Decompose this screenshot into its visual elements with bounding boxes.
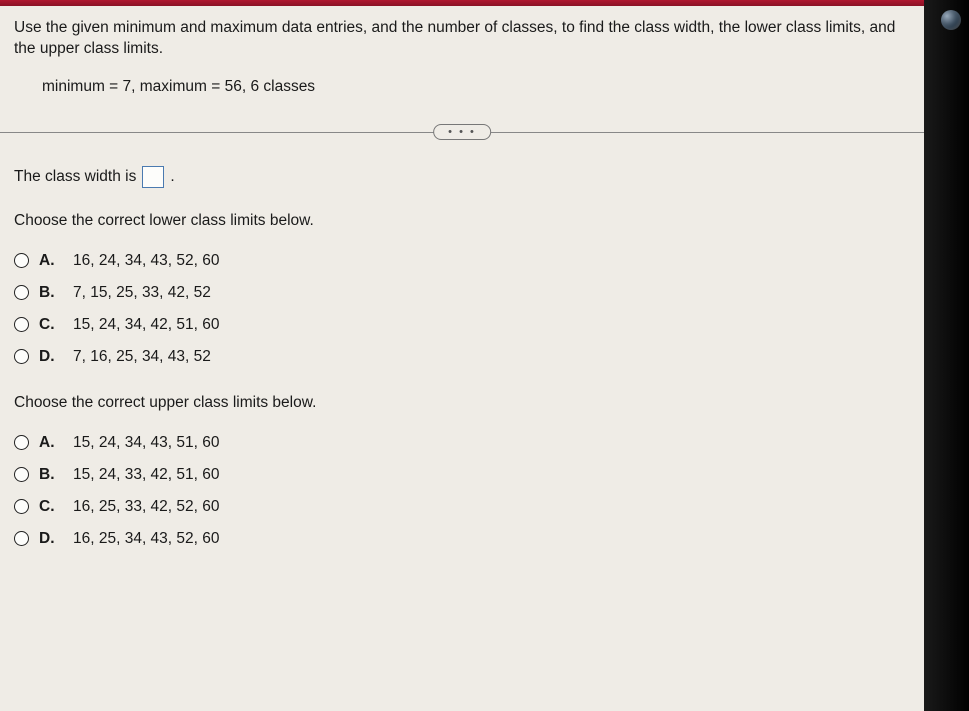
radio-icon[interactable] xyxy=(14,253,29,268)
instruction-text: Use the given minimum and maximum data e… xyxy=(14,18,910,60)
lower-option-b[interactable]: B. 7, 15, 25, 33, 42, 52 xyxy=(14,284,910,302)
option-letter: B. xyxy=(39,466,59,484)
expand-button[interactable]: • • • xyxy=(433,124,491,140)
divider-row: • • • xyxy=(14,122,910,142)
lower-limits-options: A. 16, 24, 34, 43, 52, 60 B. 7, 15, 25, … xyxy=(14,252,910,366)
option-text: 15, 24, 34, 43, 51, 60 xyxy=(73,434,220,452)
upper-option-a[interactable]: A. 15, 24, 34, 43, 51, 60 xyxy=(14,434,910,452)
option-text: 16, 25, 34, 43, 52, 60 xyxy=(73,530,220,548)
upper-option-b[interactable]: B. 15, 24, 33, 42, 51, 60 xyxy=(14,466,910,484)
class-width-pre: The class width is xyxy=(14,168,136,186)
class-width-line: The class width is . xyxy=(14,166,910,188)
option-letter: A. xyxy=(39,252,59,270)
lower-option-c[interactable]: C. 15, 24, 34, 42, 51, 60 xyxy=(14,316,910,334)
radio-icon[interactable] xyxy=(14,349,29,364)
lower-option-a[interactable]: A. 16, 24, 34, 43, 52, 60 xyxy=(14,252,910,270)
radio-icon[interactable] xyxy=(14,435,29,450)
option-text: 7, 16, 25, 34, 43, 52 xyxy=(73,348,211,366)
radio-icon[interactable] xyxy=(14,317,29,332)
option-letter: D. xyxy=(39,530,59,548)
option-text: 7, 15, 25, 33, 42, 52 xyxy=(73,284,211,302)
option-text: 16, 24, 34, 43, 52, 60 xyxy=(73,252,220,270)
option-text: 15, 24, 33, 42, 51, 60 xyxy=(73,466,220,484)
moon-decoration xyxy=(941,10,961,30)
option-letter: D. xyxy=(39,348,59,366)
class-width-input[interactable] xyxy=(142,166,164,188)
right-dark-border xyxy=(924,0,969,711)
radio-icon[interactable] xyxy=(14,499,29,514)
radio-icon[interactable] xyxy=(14,467,29,482)
option-letter: B. xyxy=(39,284,59,302)
class-width-post: . xyxy=(170,168,174,186)
upper-limits-options: A. 15, 24, 34, 43, 51, 60 B. 15, 24, 33,… xyxy=(14,434,910,548)
option-letter: A. xyxy=(39,434,59,452)
option-letter: C. xyxy=(39,498,59,516)
upper-option-c[interactable]: C. 16, 25, 33, 42, 52, 60 xyxy=(14,498,910,516)
lower-limits-prompt: Choose the correct lower class limits be… xyxy=(14,212,910,230)
parameters-text: minimum = 7, maximum = 56, 6 classes xyxy=(42,78,910,96)
radio-icon[interactable] xyxy=(14,531,29,546)
option-text: 16, 25, 33, 42, 52, 60 xyxy=(73,498,220,516)
upper-limits-prompt: Choose the correct upper class limits be… xyxy=(14,394,910,412)
lower-option-d[interactable]: D. 7, 16, 25, 34, 43, 52 xyxy=(14,348,910,366)
ellipsis-icon: • • • xyxy=(448,126,476,138)
option-text: 15, 24, 34, 42, 51, 60 xyxy=(73,316,220,334)
option-letter: C. xyxy=(39,316,59,334)
question-content: Use the given minimum and maximum data e… xyxy=(0,6,924,711)
radio-icon[interactable] xyxy=(14,285,29,300)
upper-option-d[interactable]: D. 16, 25, 34, 43, 52, 60 xyxy=(14,530,910,548)
